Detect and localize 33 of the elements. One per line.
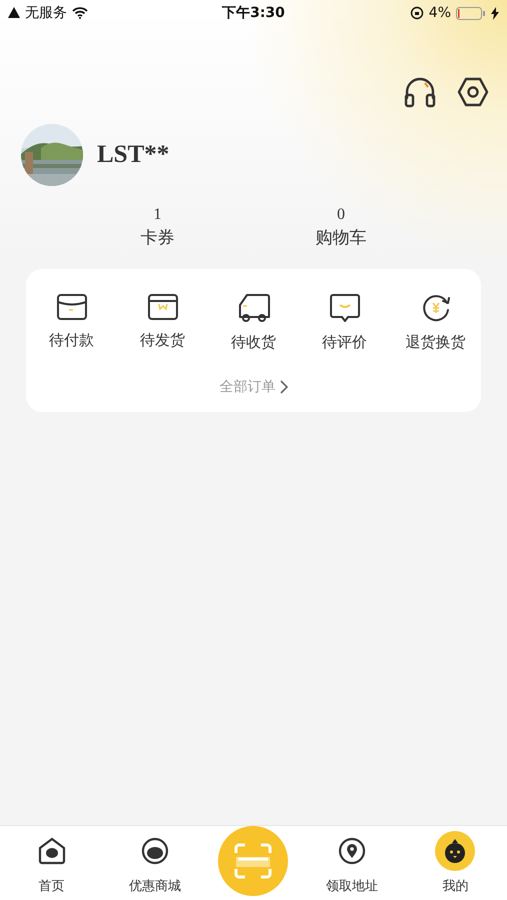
tab-item[interactable]: 优惠商城 — [115, 831, 196, 895]
settings-icon[interactable] — [457, 76, 489, 108]
truck-icon — [236, 293, 270, 323]
stat-count: 0 — [337, 206, 345, 224]
rotation-lock-icon — [410, 6, 424, 20]
battery-icon — [456, 6, 486, 20]
carrier-text: 无服务 — [25, 4, 67, 22]
wallet-icon — [56, 293, 88, 321]
egg-icon — [140, 836, 170, 866]
warning-icon — [8, 7, 20, 19]
charging-icon — [491, 6, 500, 20]
order-status-button[interactable]: 待收货 — [214, 293, 294, 352]
stat-count: 1 — [154, 206, 162, 224]
box-icon — [146, 293, 178, 321]
chat-bubble-icon — [328, 293, 360, 323]
stat-label[interactable]: 购物车 — [316, 226, 366, 249]
order-status-button[interactable]: 退货换货 — [396, 293, 476, 352]
clock-text: 下午3:30 — [222, 4, 285, 22]
stat-label[interactable]: 卡券 — [140, 226, 174, 249]
order-status-button[interactable]: 待发货 — [122, 293, 202, 352]
headphones-icon[interactable] — [403, 76, 437, 108]
tab-item[interactable]: 首页 — [12, 831, 92, 895]
battery-percent: 4% — [428, 5, 452, 21]
order-status-button[interactable]: 待付款 — [32, 293, 112, 352]
tab-item[interactable]: 领取地址 — [312, 831, 392, 895]
location-pin-icon — [336, 836, 367, 866]
home-icon — [36, 836, 67, 866]
wifi-icon — [72, 7, 88, 19]
scan-icon — [233, 843, 274, 879]
order-status-button[interactable]: 待评价 — [304, 293, 384, 352]
user-name: LST** — [97, 141, 170, 169]
chevron-right-icon — [280, 380, 288, 394]
tab-item[interactable]: 我的 — [415, 831, 496, 895]
